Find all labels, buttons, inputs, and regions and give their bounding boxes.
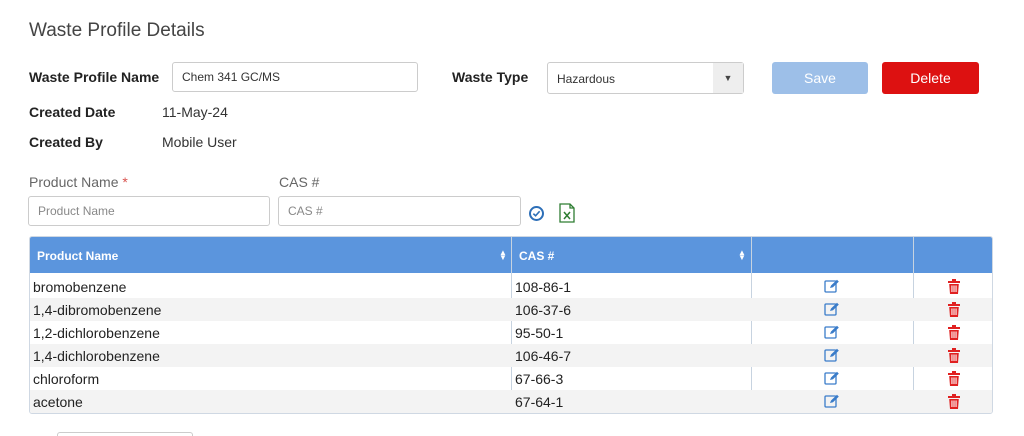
excel-export-icon[interactable]: [559, 203, 575, 223]
waste-type-select[interactable]: Hazardous ▼: [547, 62, 744, 94]
waste-type-label: Waste Type: [452, 69, 529, 85]
cas-cell: 108-86-1: [515, 279, 572, 295]
edit-icon[interactable]: [824, 394, 840, 408]
page-size-select[interactable]: [57, 432, 193, 436]
trash-icon[interactable]: [948, 279, 960, 294]
sort-icon[interactable]: ▲ ▼: [738, 249, 746, 262]
waste-type-value: Hazardous: [557, 72, 616, 86]
table-row: chloroform 67-66-3: [30, 367, 992, 390]
table-row: bromobenzene 108-86-1: [30, 275, 992, 298]
edit-icon[interactable]: [824, 325, 840, 339]
product-name-cell: 1,4-dichlorobenzene: [33, 348, 160, 364]
created-date-value: 11-May-24: [162, 104, 228, 120]
edit-icon[interactable]: [824, 348, 840, 362]
check-circle-icon[interactable]: [529, 206, 544, 221]
required-asterisk: *: [122, 174, 128, 190]
cas-cell: 106-37-6: [515, 302, 572, 318]
created-by-label: Created By: [29, 134, 103, 150]
trash-icon[interactable]: [948, 325, 960, 340]
cas-cell: 95-50-1: [515, 325, 564, 341]
delete-button[interactable]: Delete: [882, 62, 979, 94]
table-row: 1,4-dichlorobenzene 106-46-7: [30, 344, 992, 367]
table-row: 1,4-dibromobenzene 106-37-6: [30, 298, 992, 321]
product-name-cell: bromobenzene: [33, 279, 127, 295]
edit-icon[interactable]: [824, 371, 840, 385]
product-name-cell: 1,2-dichlorobenzene: [33, 325, 160, 341]
created-by-value: Mobile User: [162, 134, 237, 150]
waste-profile-name-label: Waste Profile Name: [29, 69, 160, 85]
cas-cell: 67-66-3: [515, 371, 564, 387]
table-row: acetone 67-64-1: [30, 390, 992, 413]
created-date-label: Created Date: [29, 104, 116, 120]
product-name-label-text: Product Name: [29, 174, 119, 190]
edit-icon[interactable]: [824, 279, 840, 293]
trash-icon[interactable]: [948, 371, 960, 386]
cas-label: CAS #: [279, 174, 320, 190]
trash-icon[interactable]: [948, 302, 960, 317]
cas-cell: 67-64-1: [515, 394, 564, 410]
trash-icon[interactable]: [948, 348, 960, 363]
sort-icon[interactable]: ▲ ▼: [499, 249, 507, 262]
cas-cell: 106-46-7: [515, 348, 572, 364]
product-name-column-header[interactable]: Product Name: [30, 237, 512, 273]
cas-input[interactable]: [278, 196, 521, 226]
product-name-cell: acetone: [33, 394, 83, 410]
cas-column-header[interactable]: CAS #: [512, 237, 752, 273]
product-name-cell: 1,4-dibromobenzene: [33, 302, 162, 318]
chevron-down-icon[interactable]: ▼: [713, 63, 743, 93]
product-name-input[interactable]: [28, 196, 270, 226]
waste-profile-name-input[interactable]: [172, 62, 418, 92]
product-name-cell: chloroform: [33, 371, 100, 387]
page-title: Waste Profile Details: [29, 20, 205, 41]
product-name-label: Product Name *: [29, 174, 128, 190]
edit-icon[interactable]: [824, 302, 840, 316]
save-button[interactable]: Save: [772, 62, 868, 94]
products-table: Product Name ▲ ▼ CAS # ▲ ▼ bromobenzene 108…: [29, 236, 993, 414]
trash-icon[interactable]: [948, 394, 960, 409]
table-row: 1,2-dichlorobenzene 95-50-1: [30, 321, 992, 344]
